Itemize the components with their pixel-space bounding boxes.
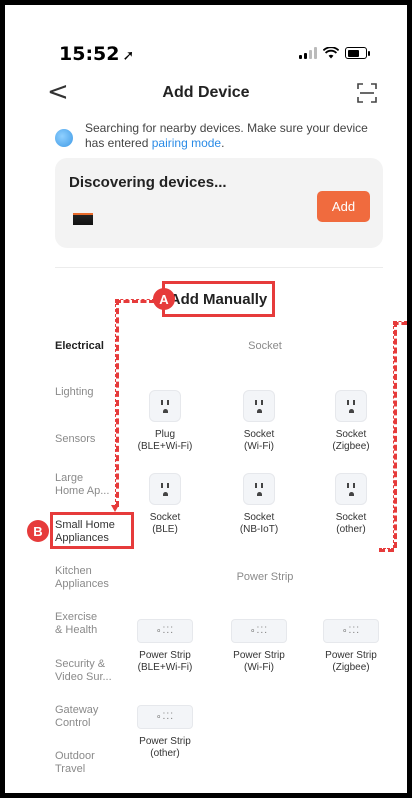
status-icons [299,47,370,59]
device-power-strip-other[interactable]: Power Strip(other) [125,705,205,760]
status-bar: 15:52 ➚ [5,43,407,67]
category-small-home-appliances[interactable]: Small Home Appliances [55,519,115,545]
annotation-bracket [379,548,394,552]
wifi-icon [323,47,339,59]
power-strip-icon [231,619,287,643]
app-screen: 15:52 ➚ < Add Device Searching for nearby… [5,5,407,793]
discovered-device-thumbnail [73,213,93,225]
annotation-arrowhead [111,505,119,512]
socket-icon [243,390,275,422]
category-kitchen-appliances[interactable]: Kitchen Appliances [55,565,109,591]
socket-icon [149,390,181,422]
scan-icon[interactable] [357,83,377,103]
device-socket-other[interactable]: Socket (other) [311,473,391,536]
discovering-label: Discovering devices... [69,174,227,191]
clock: 15:52 ➚ [59,43,135,65]
pairing-mode-link[interactable]: pairing mode [152,136,221,150]
device-socket-wifi[interactable]: Socket (Wi-Fi) [219,390,299,453]
nav-bar: < Add Device [5,77,407,111]
search-hint-text: Searching for nearby devices. Make sure … [85,121,368,150]
socket-icon [243,473,275,505]
socket-icon [335,473,367,505]
socket-icon [335,390,367,422]
category-large-home-appliances[interactable]: Large Home Ap... [55,472,109,498]
device-power-strip-zigbee[interactable]: Power Strip(Zigbee) [311,619,391,674]
category-security-video[interactable]: Security & Video Sur... [55,658,112,684]
device-socket-nb-iot[interactable]: Socket (NB-IoT) [219,473,299,536]
power-strip-icon [137,619,193,643]
annotation-marker-a: A [153,288,175,310]
battery-icon [345,47,370,59]
category-outdoor-travel[interactable]: Outdoor Travel [55,750,95,776]
search-hint: Searching for nearby devices. Make sure … [55,121,377,151]
divider [55,267,383,268]
annotation-marker-b: B [27,520,49,542]
power-strip-icon [323,619,379,643]
section-title-socket: Socket [248,340,282,352]
annotation-connector [115,299,119,507]
annotation-bracket [393,321,407,325]
socket-icon [149,473,181,505]
add-manually-heading: Add Manually [162,281,275,317]
cellular-signal-icon [299,47,317,59]
category-lighting[interactable]: Lighting [55,386,94,399]
discovering-card: Discovering devices... Add [55,158,383,248]
page-title: Add Device [162,84,250,101]
location-arrow-icon: ➚ [122,48,135,64]
power-strip-icon [137,705,193,729]
device-power-strip-wifi[interactable]: Power Strip(Wi-Fi) [219,619,299,674]
device-plug-ble-wifi[interactable]: Plug (BLE+Wi-Fi) [125,390,205,453]
device-power-strip-ble-wifi[interactable]: Power Strip(BLE+Wi-Fi) [125,619,205,674]
searching-spinner-icon [55,129,73,147]
device-socket-zigbee[interactable]: Socket (Zigbee) [311,390,391,453]
annotation-connector [115,299,155,303]
category-gateway-control[interactable]: Gateway Control [55,704,98,730]
annotation-bracket [393,321,397,548]
section-title-power-strip: Power Strip [236,571,294,583]
category-electrical[interactable]: Electrical [55,340,104,353]
device-socket-ble[interactable]: Socket (BLE) [125,473,205,536]
category-exercise-health[interactable]: Exercise & Health [55,611,97,637]
add-button[interactable]: Add [317,191,370,222]
category-sensors[interactable]: Sensors [55,433,95,446]
